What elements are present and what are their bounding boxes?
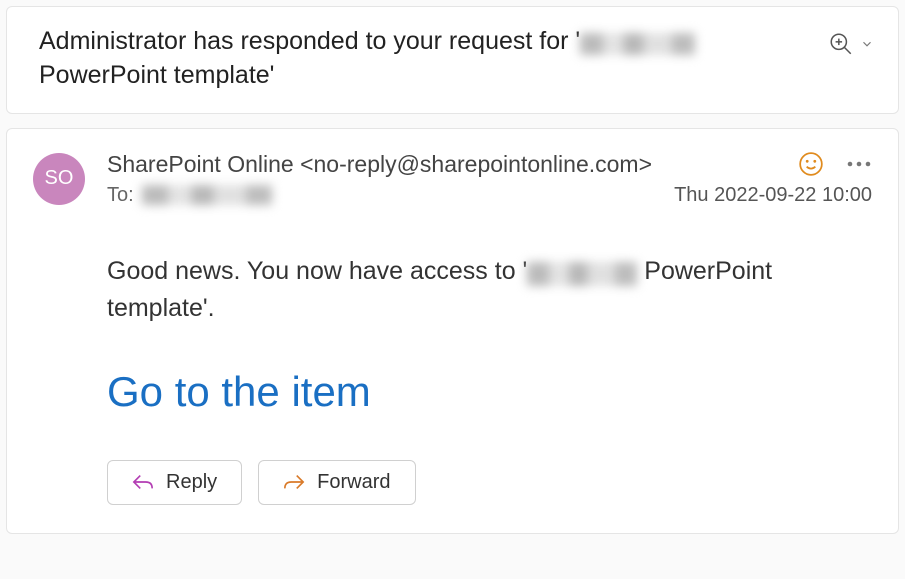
subject-text: Administrator has responded to your requ… — [39, 25, 828, 93]
message-card: SO SharePoint Online <no-reply@sharepoin… — [6, 128, 899, 534]
avatar: SO — [33, 153, 85, 205]
body-text: Good news. You now have access to ' Powe… — [107, 253, 872, 328]
subject-bar: Administrator has responded to your requ… — [6, 6, 899, 114]
action-row: Reply Forward — [107, 460, 872, 505]
header-actions — [798, 151, 872, 177]
forward-button[interactable]: Forward — [258, 460, 415, 505]
forward-arrow-icon — [283, 473, 305, 491]
message-header: SharePoint Online <no-reply@sharepointon… — [107, 151, 872, 178]
redacted-item-name — [527, 262, 637, 286]
zoom-controls — [828, 31, 874, 57]
avatar-initials: SO — [45, 167, 74, 190]
forward-label: Forward — [317, 471, 390, 494]
to-row: To: Thu 2022-09-22 10:00 — [107, 184, 872, 207]
smiley-icon[interactable] — [798, 151, 824, 177]
zoom-in-icon[interactable] — [828, 31, 854, 57]
subject-pre: Administrator has responded to your requ… — [39, 27, 580, 55]
subject-post: PowerPoint template' — [39, 61, 274, 89]
go-to-item-link[interactable]: Go to the item — [107, 368, 371, 416]
redacted-recipient — [142, 185, 272, 205]
to-recipients: To: — [107, 184, 272, 207]
reply-button[interactable]: Reply — [107, 460, 242, 505]
more-actions-icon[interactable] — [846, 161, 872, 167]
to-label: To: — [107, 184, 134, 207]
message-body: SharePoint Online <no-reply@sharepointon… — [107, 151, 872, 505]
body-pre: Good news. You now have access to ' — [107, 257, 527, 285]
reply-arrow-icon — [132, 473, 154, 491]
sender-display: SharePoint Online <no-reply@sharepointon… — [107, 151, 652, 178]
chevron-down-icon[interactable] — [860, 37, 874, 51]
timestamp: Thu 2022-09-22 10:00 — [674, 184, 872, 207]
reply-label: Reply — [166, 471, 217, 494]
redacted-subject-name — [580, 33, 695, 55]
